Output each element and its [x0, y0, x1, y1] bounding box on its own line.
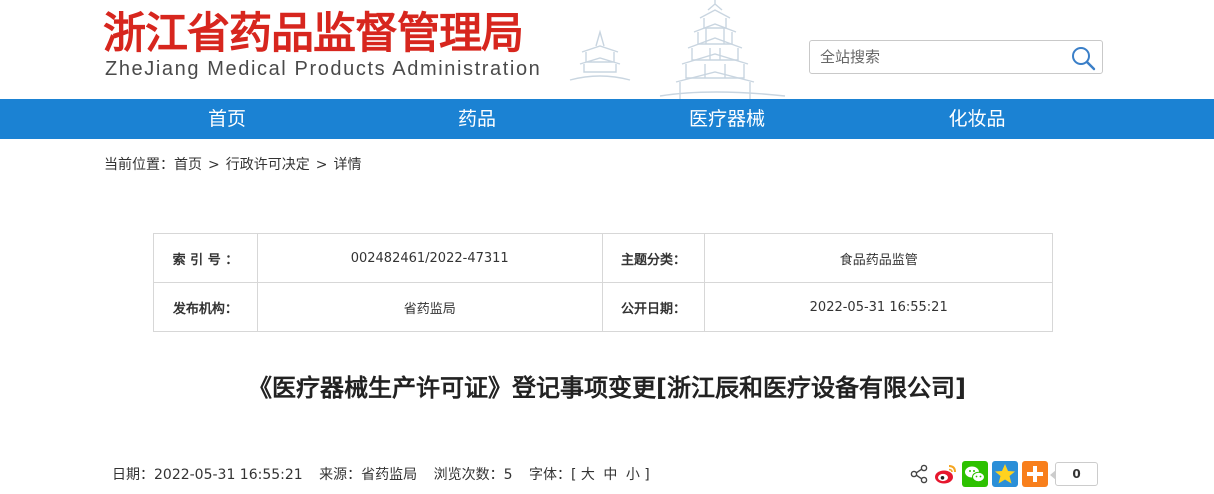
index-number-label: 索 引 号 ：: [153, 233, 258, 283]
share-count-badge: 0: [1050, 462, 1098, 486]
font-size-prefix: 字体：[: [528, 467, 577, 483]
qzone-icon[interactable]: [992, 461, 1018, 487]
document-info-table: 索 引 号 ： 002482461/2022-47311 主题分类： 食品药品监…: [153, 233, 1053, 332]
font-size-small-button[interactable]: 小: [626, 467, 640, 483]
topic-category-value: 食品药品监管: [704, 233, 1053, 283]
index-number-value: 002482461/2022-47311: [256, 233, 603, 283]
main-nav: 首页 药品 医疗器械 化妆品: [0, 99, 1214, 139]
site-header: 浙江省药品监督管理局 ZheJiang Medical Products Adm…: [0, 0, 1214, 99]
share-icon[interactable]: [910, 461, 928, 487]
table-row: 发布机构： 省药监局 公开日期： 2022-05-31 16:55:21: [153, 282, 1053, 332]
nav-item-home[interactable]: 首页: [147, 99, 307, 139]
breadcrumb: 当前位置：首页 > 行政许可决定 > 详情: [104, 155, 361, 175]
more-share-icon[interactable]: [1022, 461, 1048, 487]
breadcrumb-current: 详情: [333, 157, 362, 173]
nav-item-medical-devices[interactable]: 医疗器械: [647, 99, 807, 139]
publisher-value: 省药监局: [256, 282, 603, 332]
font-size-suffix: ]: [644, 467, 650, 483]
meta-source: 来源：省药监局: [319, 467, 418, 483]
topic-category-label: 主题分类：: [601, 233, 706, 283]
document-title: 《医疗器械生产许可证》登记事项变更[浙江辰和医疗设备有限公司]: [248, 374, 966, 402]
meta-views: 浏览次数：5: [433, 467, 513, 483]
nav-item-cosmetics[interactable]: 化妆品: [897, 99, 1057, 139]
site-logo-subtitle: ZheJiang Medical Products Administration: [105, 58, 542, 80]
font-size-large-button[interactable]: 大: [581, 467, 595, 483]
publish-date-value: 2022-05-31 16:55:21: [704, 282, 1053, 332]
wechat-icon[interactable]: [962, 461, 988, 487]
table-row: 索 引 号 ： 002482461/2022-47311 主题分类： 食品药品监…: [153, 233, 1053, 283]
publisher-label: 发布机构：: [153, 282, 258, 332]
font-size-medium-button[interactable]: 中: [603, 467, 617, 483]
breadcrumb-admin-license-link[interactable]: 行政许可决定: [226, 157, 310, 173]
search-input[interactable]: [820, 41, 1060, 73]
site-logo-title[interactable]: 浙江省药品监督管理局: [103, 8, 524, 60]
document-meta: 日期：2022-05-31 16:55:21 来源：省药监局 浏览次数：5 字体…: [112, 465, 650, 485]
publish-date-label: 公开日期：: [601, 282, 706, 332]
search-box: [809, 40, 1103, 74]
breadcrumb-home-link[interactable]: 首页: [174, 157, 202, 173]
meta-date: 日期：2022-05-31 16:55:21: [112, 467, 303, 483]
weibo-icon[interactable]: [932, 461, 958, 487]
pagoda-decoration-icon: [569, 0, 786, 99]
page: 浙江省药品监督管理局 ZheJiang Medical Products Adm…: [0, 0, 1214, 494]
breadcrumb-separator: >: [315, 157, 328, 173]
search-icon[interactable]: [1070, 45, 1096, 71]
breadcrumb-prefix: 当前位置：: [104, 157, 174, 173]
breadcrumb-separator: >: [208, 157, 220, 173]
nav-item-drugs[interactable]: 药品: [397, 99, 557, 139]
